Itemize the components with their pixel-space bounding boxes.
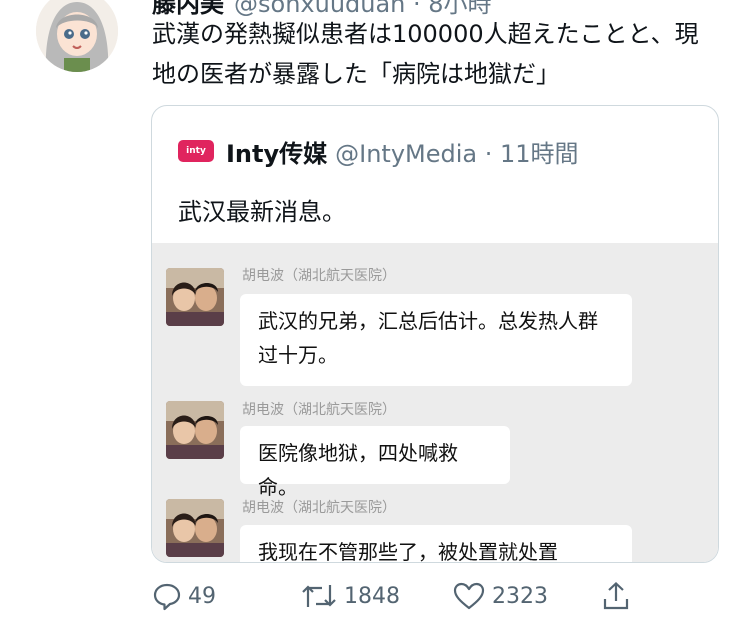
chat-avatar	[166, 268, 224, 326]
like-button[interactable]: 2323	[452, 578, 548, 614]
chat-message-bubble: 我现在不管那些了，被处置就处置	[240, 525, 632, 562]
reply-button[interactable]: 49	[152, 578, 216, 614]
retweet-icon	[302, 585, 336, 607]
share-icon	[603, 581, 629, 610]
tweet-text: 武漢の発熱擬似患者は100000人超えたことと、現地の医者が暴露した「病院は地獄…	[152, 20, 699, 88]
reply-count: 49	[188, 583, 216, 609]
inty-logo-text: inty	[186, 146, 206, 156]
chat-avatar	[166, 401, 224, 459]
inty-logo-icon: inty	[178, 140, 214, 162]
quoted-author-handle[interactable]: @IntyMedia · 11時間	[335, 134, 578, 169]
quoted-tweet-text: 武汉最新消息。	[178, 198, 346, 226]
reply-icon	[153, 583, 181, 611]
photo-avatar-icon	[166, 499, 224, 557]
like-count: 2323	[492, 583, 548, 609]
quoted-author-name[interactable]: Inty传媒	[226, 134, 327, 169]
photo-avatar-icon	[166, 268, 224, 326]
chat-sender-name: 胡电波（湖北航天医院）	[242, 500, 396, 516]
quoted-tweet-card[interactable]: inty Inty传媒 @IntyMedia · 11時間 武汉最新消息。 胡电…	[151, 105, 719, 563]
chat-sender-name: 胡电波（湖北航天医院）	[242, 268, 396, 284]
chat-avatar	[166, 499, 224, 557]
chat-screenshot-image[interactable]: 胡电波（湖北航天医院） 武汉的兄弟，汇总后估计。总发热人群过十万。 胡电波（湖北…	[152, 243, 718, 562]
retweet-count: 1848	[344, 583, 400, 609]
heart-icon	[453, 582, 485, 610]
retweet-button[interactable]: 1848	[300, 578, 400, 614]
photo-avatar-icon	[166, 401, 224, 459]
share-button[interactable]	[600, 578, 638, 614]
author-avatar[interactable]	[36, 0, 118, 72]
chat-message-bubble: 医院像地狱，四处喊救命。	[240, 426, 510, 499]
tweet-actions-bar: 49 1848 2323	[152, 578, 642, 614]
chat-sender-name: 胡电波（湖北航天医院）	[242, 402, 396, 418]
avatar-illustration	[36, 0, 118, 72]
chat-message-bubble: 武汉的兄弟，汇总后估计。总发热人群过十万。	[240, 294, 632, 386]
quoted-tweet-header: inty Inty传媒 @IntyMedia · 11時間	[178, 134, 579, 169]
